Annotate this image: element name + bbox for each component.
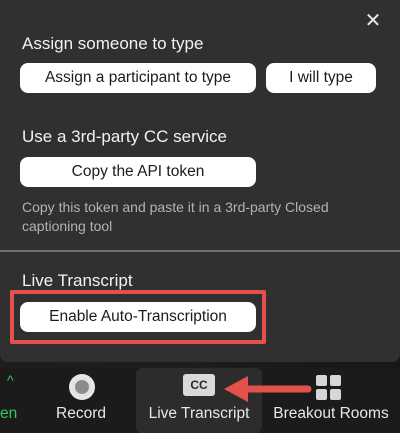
record-label: Record [56, 405, 106, 422]
breakout-rooms-label: Breakout Rooms [273, 405, 389, 422]
meeting-toolbar: ^ en Record CC Live Transcript Breakout … [0, 368, 400, 433]
i-will-type-button[interactable]: I will type [266, 63, 376, 93]
zoom-cc-popup-screen: ✕ Assign someone to type Assign a partic… [0, 0, 400, 433]
assign-participant-button[interactable]: Assign a participant to type [20, 63, 256, 93]
third-party-section-title: Use a 3rd-party CC service [22, 127, 228, 146]
section-divider [0, 250, 400, 252]
record-button[interactable]: Record [26, 368, 136, 433]
closed-caption-icon: CC [183, 374, 215, 396]
annotation-highlight-box [10, 290, 266, 344]
partial-toolbar-label: en [0, 405, 18, 422]
api-token-hint: Copy this token and paste it in a 3rd-pa… [22, 199, 329, 234]
copy-api-token-button[interactable]: Copy the API token [20, 157, 256, 187]
caret-up-icon[interactable]: ^ [7, 372, 14, 388]
grid-icon [316, 375, 342, 401]
record-icon [69, 374, 95, 400]
assign-section-title: Assign someone to type [22, 34, 204, 53]
annotation-arrow-icon [224, 376, 312, 402]
close-icon[interactable]: ✕ [362, 10, 384, 32]
live-transcript-label: Live Transcript [148, 405, 250, 422]
live-transcript-section-title: Live Transcript [22, 271, 133, 290]
